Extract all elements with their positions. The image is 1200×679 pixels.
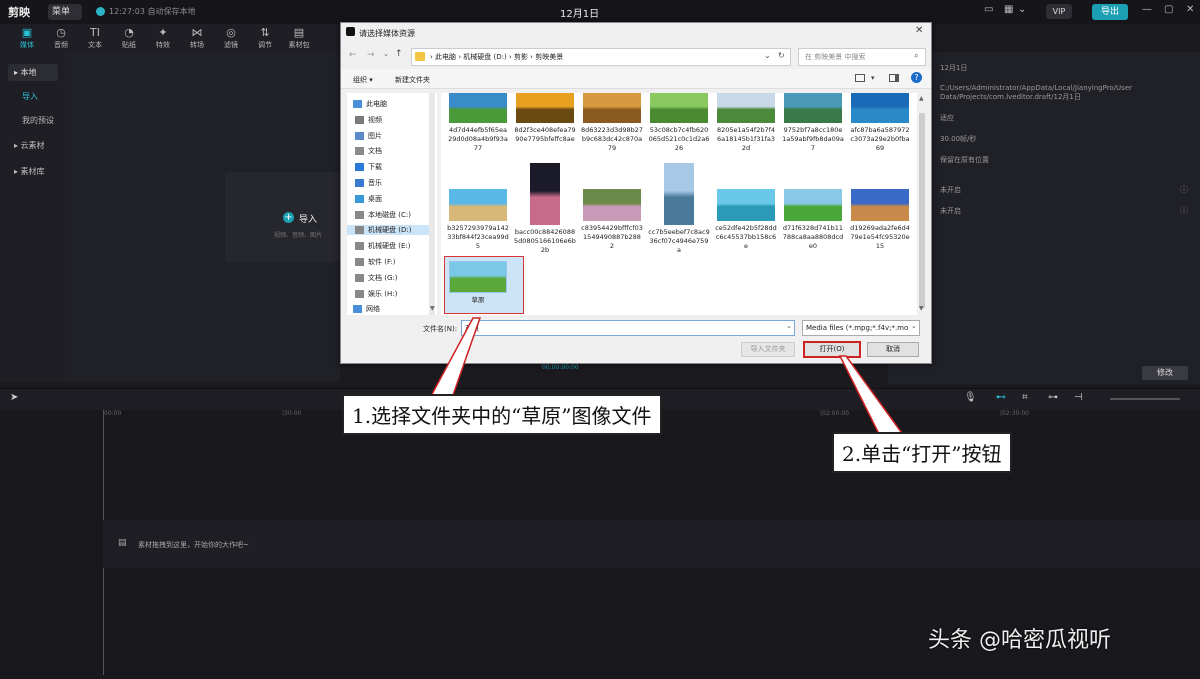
step1-callout: 1.选择文件夹中的“草原”图像文件: [342, 394, 662, 435]
watermark: 头条 @哈密瓜视听: [928, 628, 1111, 653]
step2-callout: 2.单击“打开”按钮: [832, 432, 1012, 473]
arrow-pointer-1: [428, 317, 482, 399]
annotation-arrows: [428, 317, 906, 437]
arrow-pointer-2: [838, 355, 906, 437]
